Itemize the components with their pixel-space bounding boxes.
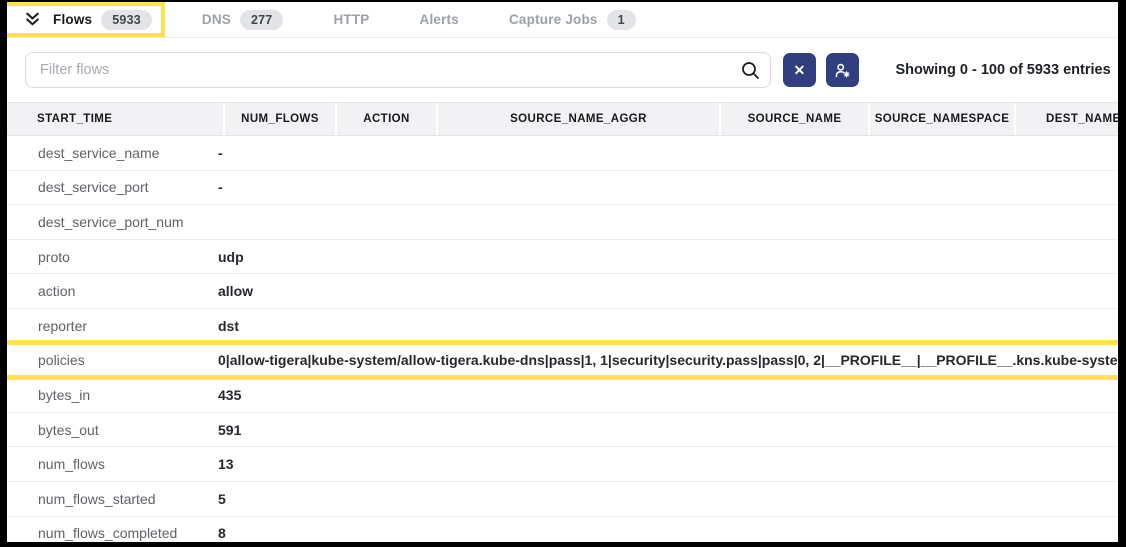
tab-http-label: HTTP: [333, 12, 369, 27]
detail-value: dst: [218, 318, 1118, 334]
detail-value: 591: [218, 422, 1118, 438]
filter-flows-input[interactable]: [25, 52, 771, 88]
detail-row-bytes-out: bytes_out 591: [7, 413, 1118, 448]
detail-value: allow: [218, 283, 1118, 299]
detail-key: bytes_in: [38, 387, 218, 403]
detail-key: num_flows: [38, 456, 218, 472]
detail-value: 5: [218, 491, 1118, 507]
detail-row-dest-service-port-num: dest_service_port_num: [7, 205, 1118, 240]
detail-row-reporter: reporter dst: [7, 309, 1118, 344]
tab-dns-label: DNS: [202, 12, 231, 27]
detail-row-dest-service-port: dest_service_port -: [7, 171, 1118, 206]
tab-flows[interactable]: Flows 5933: [53, 2, 164, 37]
column-header-start-time[interactable]: START_TIME: [7, 103, 225, 135]
expanded-row-details: dest_service_name - dest_service_port - …: [7, 136, 1118, 542]
detail-value: -: [218, 179, 1118, 195]
tab-bar: Flows 5933 DNS 277 HTTP Alerts Capture J…: [7, 2, 1118, 38]
column-header-num-flows[interactable]: NUM_FLOWS: [225, 103, 337, 135]
close-icon: ✕: [793, 63, 805, 77]
column-header-dest-name-aggr[interactable]: DEST_NAME_AGGR: [1016, 103, 1118, 135]
detail-value: 13: [218, 456, 1118, 472]
tab-capture-jobs-count-badge: 1: [607, 10, 636, 30]
detail-key: dest_service_port_num: [38, 214, 218, 230]
detail-row-policies: policies 0|allow-tigera|kube-system/allo…: [7, 344, 1118, 379]
detail-value: 435: [218, 387, 1118, 403]
detail-key: bytes_out: [38, 422, 218, 438]
detail-row-bytes-in: bytes_in 435: [7, 378, 1118, 413]
detail-value: 8: [218, 525, 1118, 541]
detail-value: udp: [218, 249, 1118, 265]
person-gear-icon: [834, 62, 851, 79]
flow-logs-panel: Flows 5933 DNS 277 HTTP Alerts Capture J…: [7, 2, 1118, 542]
column-header-action[interactable]: ACTION: [337, 103, 438, 135]
detail-row-num-flows-started: num_flows_started 5: [7, 482, 1118, 517]
detail-row-num-flows-completed: num_flows_completed 8: [7, 517, 1118, 542]
filter-toolbar: ✕ Showing 0 - 100 of 5933 entries ‹: [7, 38, 1118, 102]
detail-row-num-flows: num_flows 13: [7, 447, 1118, 482]
tab-http[interactable]: HTTP: [333, 2, 381, 37]
flows-table-header: START_TIME NUM_FLOWS ACTION SOURCE_NAME_…: [7, 102, 1118, 136]
detail-key: dest_service_name: [38, 145, 218, 161]
tab-capture-jobs-label: Capture Jobs: [509, 12, 598, 27]
column-header-source-name[interactable]: SOURCE_NAME: [721, 103, 870, 135]
search-icon[interactable]: [740, 60, 760, 80]
detail-key: reporter: [38, 318, 218, 334]
tab-dns[interactable]: DNS 277: [202, 2, 296, 37]
detail-row-proto: proto udp: [7, 240, 1118, 275]
filter-input-wrap: [25, 52, 771, 88]
column-customizer-button[interactable]: [826, 53, 859, 87]
collapse-panel-button[interactable]: [19, 7, 45, 33]
tab-alerts[interactable]: Alerts: [420, 2, 471, 37]
column-header-source-namespace[interactable]: SOURCE_NAMESPACE: [870, 103, 1016, 135]
detail-key: proto: [38, 249, 218, 265]
detail-value: -: [218, 145, 1118, 161]
tab-flows-label: Flows: [53, 12, 92, 27]
tab-dns-count-badge: 277: [240, 10, 283, 30]
clear-filter-button[interactable]: ✕: [783, 53, 816, 87]
detail-key: num_flows_completed: [38, 525, 218, 541]
tab-flows-count-badge: 5933: [101, 10, 152, 30]
tab-capture-jobs[interactable]: Capture Jobs 1: [509, 2, 648, 37]
detail-row-dest-service-name: dest_service_name -: [7, 136, 1118, 171]
column-header-source-name-aggr[interactable]: SOURCE_NAME_AGGR: [438, 103, 721, 135]
detail-key: dest_service_port: [38, 179, 218, 195]
detail-key: action: [38, 283, 218, 299]
detail-key: num_flows_started: [38, 491, 218, 507]
double-chevron-down-icon: [24, 11, 41, 28]
detail-key: policies: [38, 352, 218, 368]
tab-alerts-label: Alerts: [420, 12, 459, 27]
detail-row-action: action allow: [7, 274, 1118, 309]
detail-value: 0|allow-tigera|kube-system/allow-tigera.…: [218, 352, 1118, 368]
entries-summary: Showing 0 - 100 of 5933 entries: [895, 62, 1110, 78]
